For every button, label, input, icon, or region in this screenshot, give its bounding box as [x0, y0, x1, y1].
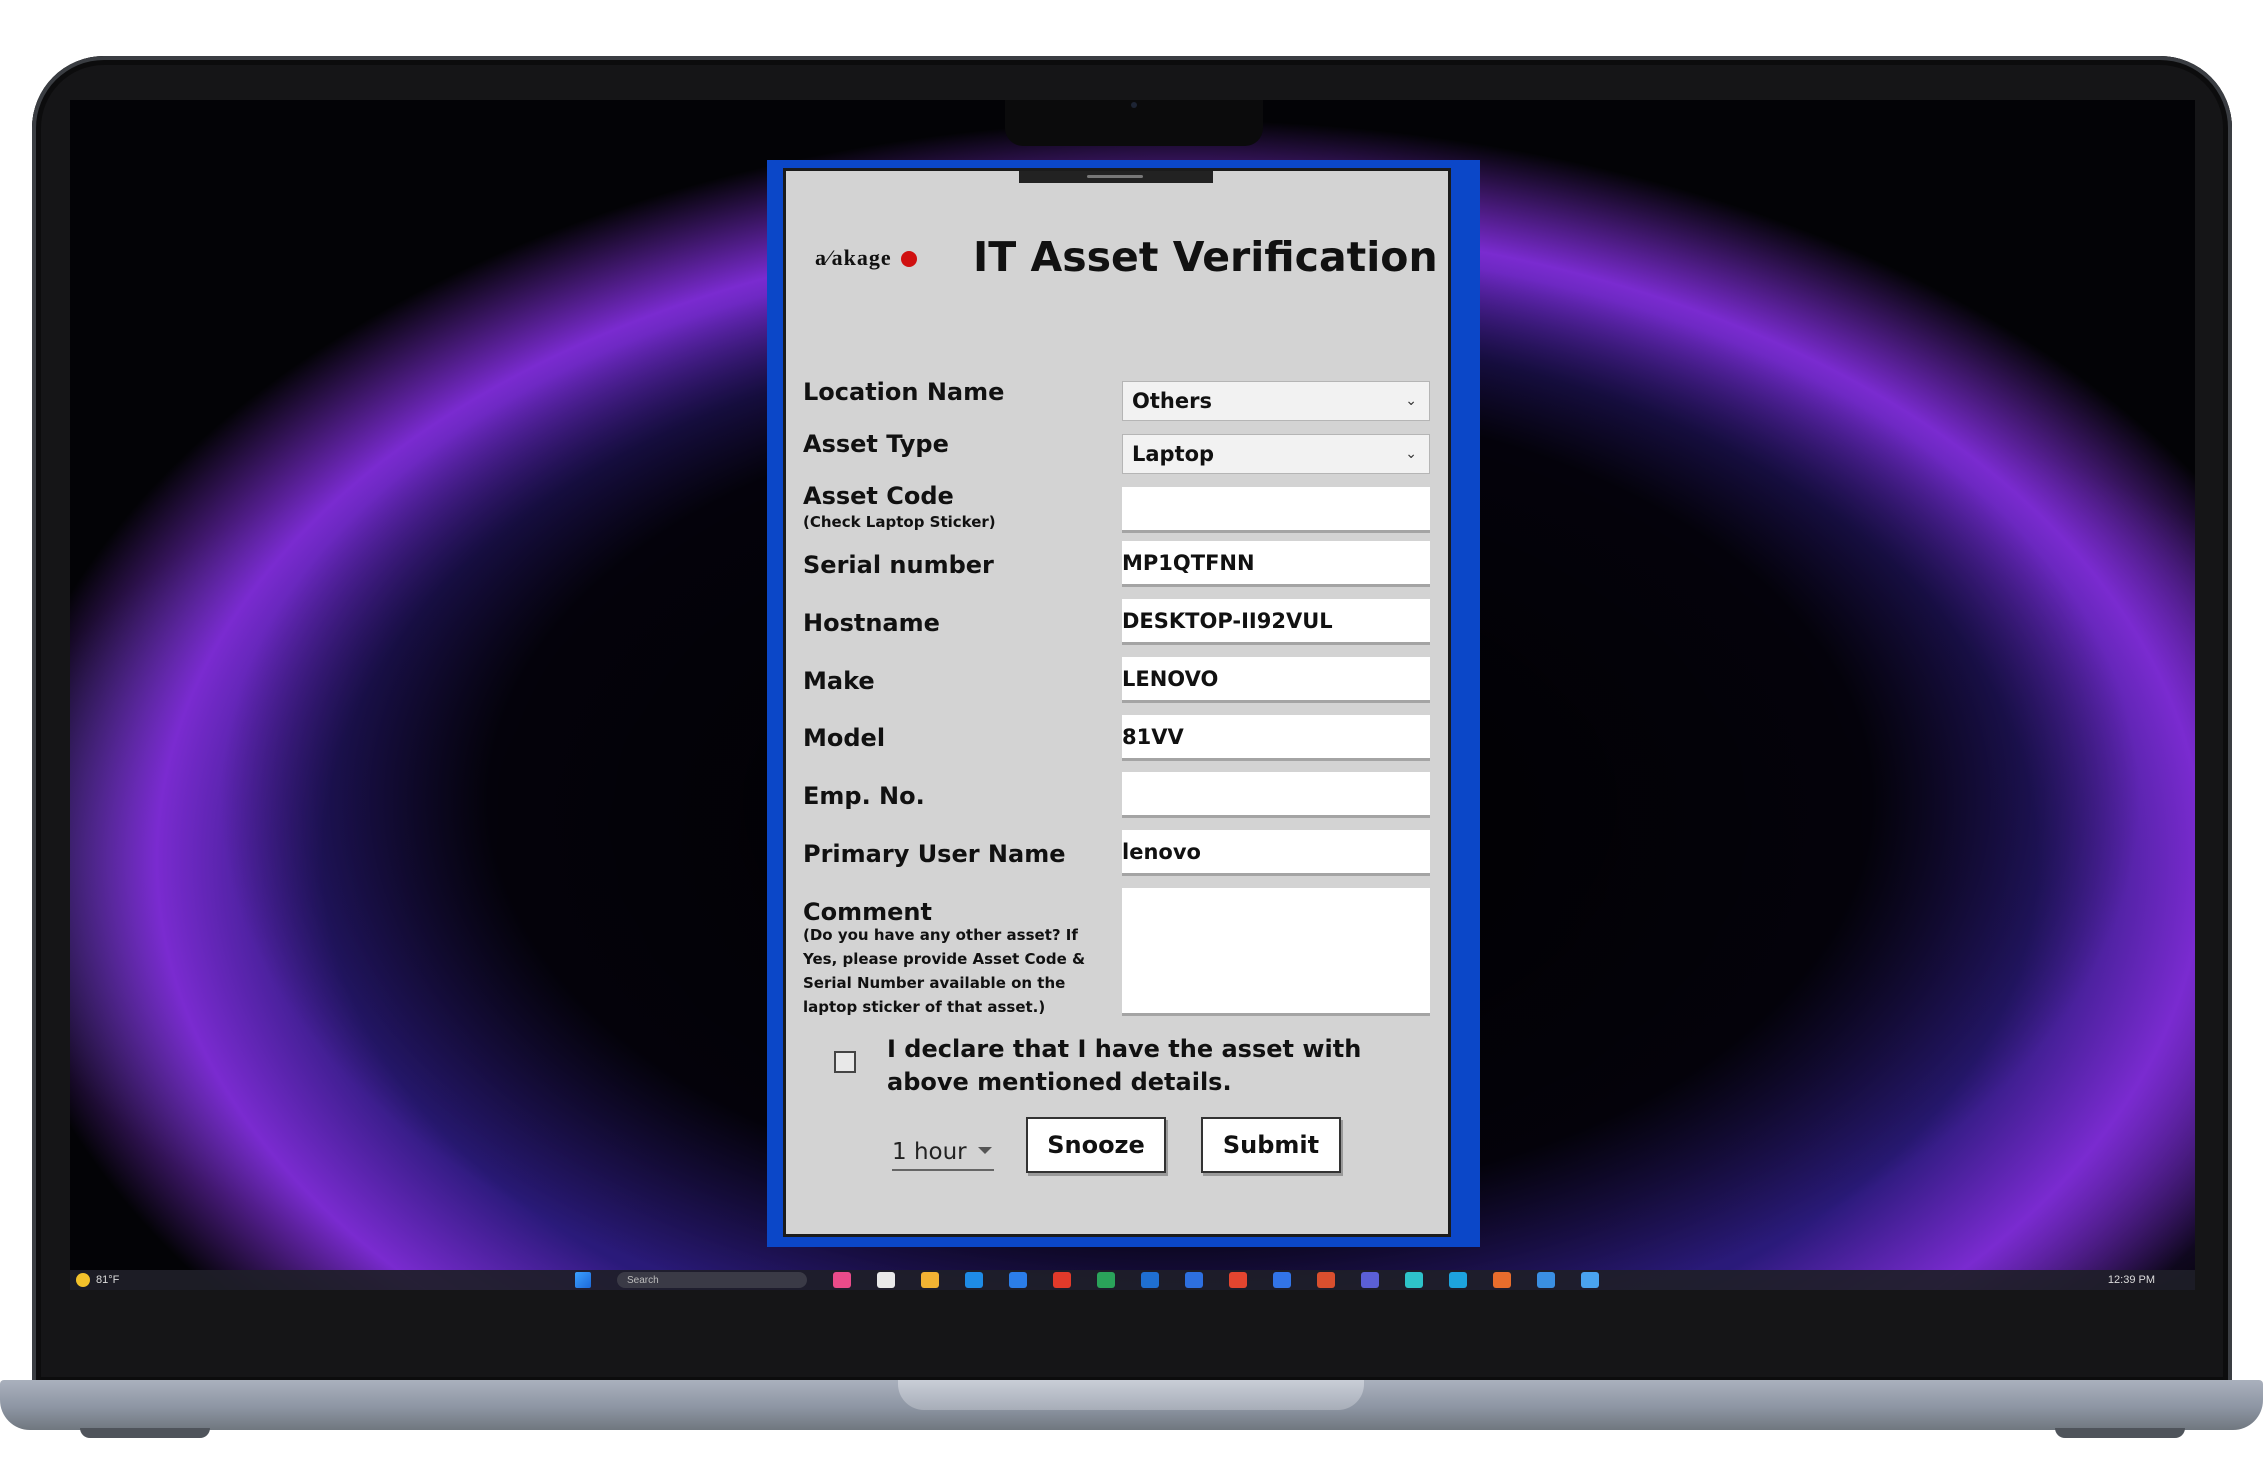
app-icon[interactable] [1009, 1272, 1027, 1288]
app-icon[interactable] [1405, 1272, 1423, 1288]
caret-down-icon [978, 1147, 992, 1154]
submit-button[interactable]: Submit [1201, 1117, 1341, 1173]
serial-label: Serial number [803, 551, 994, 579]
make-input[interactable]: LENOVO [1122, 657, 1430, 703]
location-select[interactable]: Others ⌄ [1122, 381, 1430, 421]
asset-code-label: Asset Code [803, 482, 954, 510]
dialog-header: a⁄akage IT Asset Verification [815, 227, 1438, 287]
make-value: LENOVO [1122, 666, 1219, 691]
camera-notch [1005, 100, 1263, 146]
app-icon[interactable] [1581, 1272, 1599, 1288]
app-icon[interactable] [1449, 1272, 1467, 1288]
logo-text: a⁄akage [815, 245, 892, 270]
company-logo: a⁄akage [815, 237, 953, 277]
primary-user-value: lenovo [1122, 839, 1201, 864]
declaration-text: I declare that I have the asset with abo… [887, 1035, 1362, 1096]
dialog-drag-bar[interactable] [1019, 171, 1213, 183]
model-value: 81VV [1122, 724, 1184, 749]
comment-label: Comment [803, 898, 932, 926]
hostname-input[interactable]: DESKTOP-II92VUL [1122, 599, 1430, 645]
windows-start-icon[interactable] [575, 1272, 591, 1288]
emp-no-label: Emp. No. [803, 782, 925, 810]
location-value: Others [1132, 389, 1212, 413]
vscode-icon[interactable] [1185, 1272, 1203, 1288]
asset-verification-window: a⁄akage IT Asset Verification Location N… [767, 160, 1480, 1247]
app-icon[interactable] [1141, 1272, 1159, 1288]
emp-no-input[interactable] [1122, 772, 1430, 818]
model-input[interactable]: 81VV [1122, 715, 1430, 761]
app-icon[interactable] [1053, 1272, 1071, 1288]
taskbar-apps: Search [575, 1272, 1599, 1288]
asset-code-input[interactable] [1122, 487, 1430, 533]
app-icon[interactable] [1273, 1272, 1291, 1288]
serial-value: MP1QTFNN [1122, 550, 1255, 575]
app-icon[interactable] [1493, 1272, 1511, 1288]
declaration-checkbox[interactable] [834, 1051, 856, 1073]
serial-input[interactable]: MP1QTFNN [1122, 541, 1430, 587]
weather-temperature: 81°F [96, 1274, 120, 1286]
app-icon[interactable] [877, 1272, 895, 1288]
snooze-duration-value: 1 hour [892, 1139, 967, 1165]
comment-textarea[interactable] [1122, 888, 1430, 1016]
snooze-button[interactable]: Snooze [1026, 1117, 1166, 1173]
hostname-value: DESKTOP-II92VUL [1122, 608, 1333, 633]
asset-type-label: Asset Type [803, 430, 949, 458]
location-label: Location Name [803, 378, 1005, 406]
make-label: Make [803, 667, 875, 695]
primary-user-input[interactable]: lenovo [1122, 830, 1430, 876]
model-label: Model [803, 724, 886, 752]
snooze-duration-select[interactable]: 1 hour [892, 1135, 994, 1171]
laptop-foot-left [80, 1428, 210, 1438]
taskbar-search-label: Search [627, 1274, 659, 1286]
asset-code-hint: (Check Laptop Sticker) [803, 513, 996, 531]
asset-type-value: Laptop [1132, 442, 1215, 466]
logo-dot [901, 251, 917, 267]
laptop-lid-opener [898, 1380, 1364, 1410]
chevron-down-icon: ⌄ [1405, 445, 1417, 461]
folder-icon[interactable] [921, 1272, 939, 1288]
edge-icon[interactable] [965, 1272, 983, 1288]
comment-hint: (Do you have any other asset? If Yes, pl… [803, 926, 1086, 1016]
taskbar: 81°F Search 12:39 PM [70, 1270, 2195, 1290]
asset-verification-dialog: a⁄akage IT Asset Verification Location N… [783, 168, 1451, 1237]
sun-icon [76, 1273, 90, 1287]
dialog-title: IT Asset Verification [973, 233, 1438, 281]
teams-icon[interactable] [1361, 1272, 1379, 1288]
asset-type-select[interactable]: Laptop ⌄ [1122, 434, 1430, 474]
camera-icon [1131, 102, 1137, 108]
taskbar-weather[interactable]: 81°F [76, 1273, 119, 1287]
app-icon[interactable] [833, 1272, 851, 1288]
drag-handle[interactable] [1087, 175, 1143, 178]
chrome-icon[interactable] [1097, 1272, 1115, 1288]
app-icon[interactable] [1537, 1272, 1555, 1288]
chevron-down-icon: ⌄ [1405, 392, 1417, 408]
taskbar-search[interactable]: Search [617, 1272, 807, 1288]
primary-user-label: Primary User Name [803, 840, 1066, 868]
app-icon[interactable] [1317, 1272, 1335, 1288]
hostname-label: Hostname [803, 609, 940, 637]
taskbar-clock[interactable]: 12:39 PM [2108, 1274, 2155, 1286]
laptop-foot-right [2055, 1428, 2185, 1438]
app-icon[interactable] [1229, 1272, 1247, 1288]
